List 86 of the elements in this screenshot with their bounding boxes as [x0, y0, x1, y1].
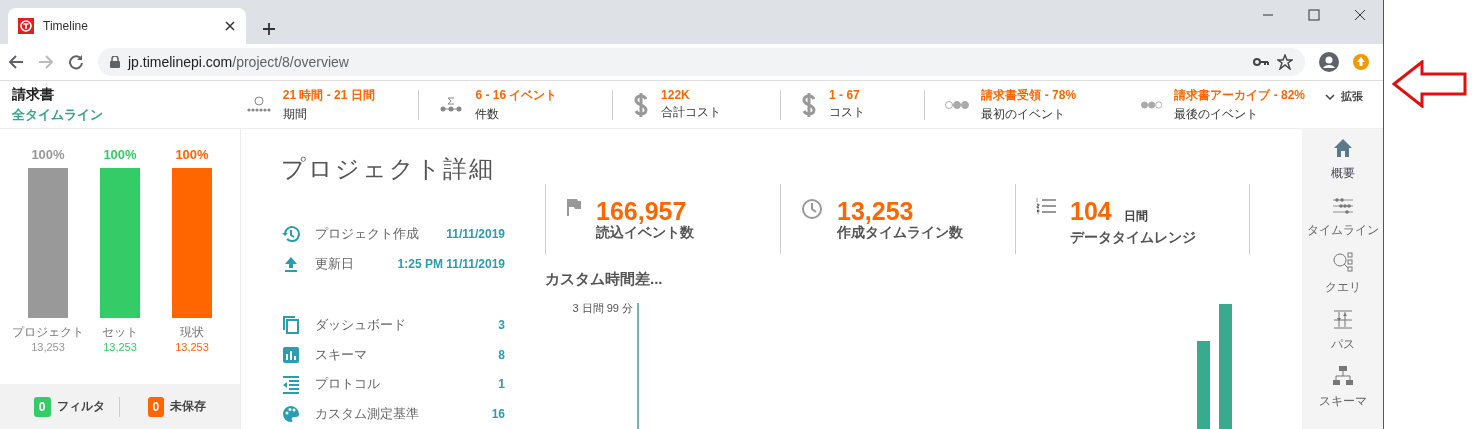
clock-icon	[801, 198, 823, 220]
metric-unit: 日間	[1123, 209, 1148, 223]
count-badge: 0	[33, 396, 51, 417]
flag-icon	[566, 198, 582, 216]
lock-icon	[110, 56, 120, 68]
numbered-list-icon	[1036, 198, 1056, 214]
app-logo-icon	[18, 18, 34, 34]
metric-label: 作成タイムライン数	[837, 224, 963, 242]
stat-label: 最後のイベント	[1174, 105, 1260, 123]
indent-list-icon	[281, 374, 301, 395]
stat-label: コスト	[829, 104, 866, 121]
stat-value: 6 - 16 イベント	[475, 86, 558, 104]
reload-icon[interactable]	[68, 54, 84, 70]
metric-value: 166,957	[596, 198, 687, 224]
bar-label: セット	[102, 324, 138, 341]
stat-value: 122K	[661, 88, 691, 102]
stat-label: 合計コスト	[661, 104, 722, 121]
info-value: 11/11/2019	[446, 226, 505, 241]
bar-count: 13,253	[175, 341, 209, 353]
bar-percent: 100%	[175, 147, 209, 162]
project-title: 請求書	[12, 85, 55, 104]
item-count: 16	[491, 407, 505, 422]
stat-label: 期間	[282, 105, 308, 123]
bar-label: 現状	[180, 324, 204, 341]
key-icon	[1253, 57, 1269, 67]
item-label[interactable]: スキーマ	[315, 345, 485, 364]
footer-label[interactable]: フィルタ	[56, 398, 105, 415]
back-icon[interactable]	[8, 54, 24, 70]
history-icon	[281, 223, 301, 244]
footer-label[interactable]: 未保存	[170, 398, 207, 415]
stat-value: 請求書アーカイブ - 82%	[1174, 86, 1305, 104]
bar-percent: 100%	[103, 147, 137, 162]
metric-value: 13,253	[837, 198, 915, 224]
count-badge: 0	[147, 396, 165, 417]
metric-label: 読込イベント数	[596, 224, 694, 242]
stat-label: 最初のイベント	[981, 105, 1067, 123]
dollar-icon	[633, 91, 650, 118]
nav-item[interactable]: パス	[1330, 308, 1355, 353]
info-value: 1:25 PM 11/11/2019	[397, 256, 505, 271]
info-label: 更新日	[315, 254, 355, 273]
stat-value: 1 - 67	[829, 88, 861, 102]
nav-item[interactable]: クエリ	[1324, 251, 1361, 296]
path-arrows-icon	[1331, 308, 1354, 330]
address-bar[interactable]: jp.timelinepi.com/project/8/overview	[98, 48, 1305, 76]
bar-label: プロジェクト	[12, 324, 84, 341]
item-count: 3	[498, 318, 505, 332]
item-label[interactable]: プロトコル	[315, 375, 485, 394]
dots-icon	[1141, 99, 1163, 110]
dollar-icon	[801, 91, 818, 118]
bar-count: 13,253	[103, 341, 137, 353]
chart-title: カスタム時間差...	[545, 270, 664, 289]
clock-dots-icon	[246, 95, 271, 114]
palette-icon	[281, 404, 301, 425]
url-text: jp.timelinepi.com/project/8/overview	[128, 54, 350, 70]
dots-icon	[945, 99, 970, 110]
page-title: プロジェクト詳細	[281, 154, 496, 184]
close-tab-icon[interactable]	[224, 20, 236, 32]
item-count: 8	[498, 347, 505, 362]
bar-chart-icon	[281, 344, 301, 365]
stat-label: 件数	[475, 105, 501, 123]
axis-tick-label: 3 日間 99 分	[571, 301, 634, 315]
pointer-arrow-icon	[1392, 60, 1468, 108]
chevron-down-icon	[1325, 93, 1335, 100]
sum-nodes-icon	[439, 95, 464, 114]
expand-button[interactable]: 拡張	[1325, 89, 1363, 104]
item-count: 1	[498, 377, 505, 392]
nav-item[interactable]: スキーマ	[1318, 365, 1367, 410]
copy-icon	[281, 315, 301, 335]
metric-value: 104 日間	[1070, 198, 1149, 227]
info-label: プロジェクト作成	[315, 224, 420, 243]
profile-icon[interactable]	[1319, 52, 1339, 72]
search-nodes-icon	[1331, 251, 1354, 273]
bar-percent: 100%	[31, 147, 65, 162]
metric-label: データタイムレンジ	[1070, 229, 1196, 247]
hierarchy-icon	[1331, 365, 1354, 387]
bar-count: 13,253	[31, 341, 65, 353]
tab-title: Timeline	[43, 19, 89, 33]
stat-value: 21 時間 - 21 日間	[282, 86, 375, 104]
browser-tab[interactable]: Timeline	[8, 8, 246, 44]
item-label[interactable]: ダッシュボード	[315, 316, 485, 334]
item-label[interactable]: カスタム測定基準	[315, 405, 478, 424]
new-tab-icon[interactable]	[262, 22, 276, 36]
nav-item[interactable]: タイムライン	[1306, 194, 1379, 239]
nav-item[interactable]: 概要	[1330, 137, 1355, 182]
star-icon[interactable]	[1277, 54, 1293, 70]
stat-value: 請求書受領 - 78%	[981, 86, 1077, 104]
